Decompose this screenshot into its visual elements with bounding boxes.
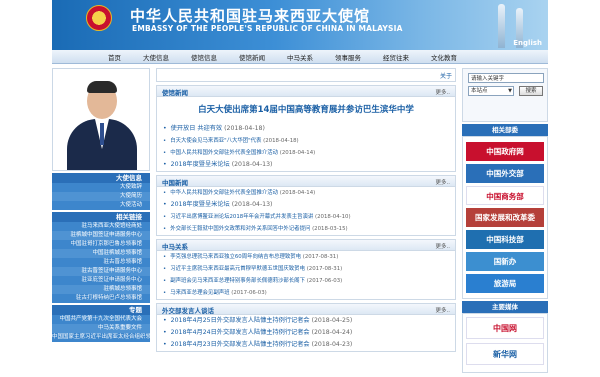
news-item[interactable]: 中华人民共和国外交部驻外代表全国推介活动 (2018-04-14) (163, 187, 449, 199)
news-item[interactable]: 2018年度暨呈米论坛 (2018-04-13) (163, 199, 449, 211)
news-item[interactable]: 副声班会见马来西亚总理特别事务部长佩德莉沙部长阁下 (2017-06-03) (163, 275, 449, 287)
nav-item-relations[interactable]: 中马关系 (287, 52, 313, 62)
sidebar-link[interactable]: 中马关系重要文件 (52, 324, 150, 333)
nav-item-embassy-news[interactable]: 使馆新闻 (239, 52, 265, 62)
news-item[interactable]: 使开放日 共迎有效 (2018-04-18) (163, 123, 449, 135)
search-button[interactable]: 搜索 (519, 86, 543, 96)
sidebar-link[interactable]: 驻古打根特纳巴卢总领事馆 (52, 294, 150, 303)
news-item[interactable]: 中国人民共和国外交部驻外代表全国推介活动 (2018-04-14) (163, 147, 449, 159)
nav-item-culture[interactable]: 文化教育 (431, 52, 457, 62)
site-title-en: EMBASSY OF THE PEOPLE'S REPUBLIC OF CHIN… (132, 24, 403, 33)
english-link[interactable]: English (513, 39, 542, 47)
site-header: 中华人民共和国驻马来西亚大使馆 EMBASSY OF THE PEOPLE'S … (52, 0, 548, 50)
news-item[interactable]: 2018年度暨呈米论坛 (2018-04-13) (163, 159, 449, 171)
news-item[interactable]: 李克强总理就马来西亚独立60周年向纳吉布总理致贺电 (2017-08-31) (163, 251, 449, 263)
right-sidebar: 本站点▼ 搜索 相关部委 中国政府网 中国外交部 中国商务部 国家发展和改革委 … (462, 68, 548, 373)
national-emblem-icon (86, 5, 112, 31)
more-link[interactable]: 更多.. (436, 242, 451, 250)
scio-link[interactable]: 国新办 (466, 252, 544, 271)
main-content: 关于 使馆新闻更多.. 白天大使出席第14届中国高等教育展并参访巴生滨华中学 使… (156, 68, 456, 352)
sidebar-link[interactable]: 大使活动 (52, 201, 150, 210)
fmprc-link[interactable]: 中国外交部 (466, 164, 544, 183)
sidebar-link[interactable]: 驻亚庇签证申请服务中心 (52, 276, 150, 285)
nav-item-consular[interactable]: 领事服务 (335, 52, 361, 62)
sidebar-link[interactable]: 中国国家主席习近平出席亚太经合组织领导人非正式会议 (52, 333, 150, 342)
more-link[interactable]: 更多.. (436, 178, 451, 186)
nav-item-trade[interactable]: 经贸往来 (383, 52, 409, 62)
site-title-cn: 中华人民共和国驻马来西亚大使馆 (130, 7, 371, 25)
sidebar-link[interactable]: 驻槟城中国签证申请服务中心 (52, 231, 150, 240)
gov-cn-link[interactable]: 中国政府网 (466, 142, 544, 161)
ambassador-photo[interactable] (52, 68, 150, 171)
sidebar-link[interactable]: 大使致辞 (52, 183, 150, 192)
ndrc-link[interactable]: 国家发展和改革委 (466, 208, 544, 227)
most-link[interactable]: 中国科技部 (466, 230, 544, 249)
sidebar-link[interactable]: 中国驻槟城总领事馆 (52, 249, 150, 258)
cnta-link[interactable]: 旅游局 (466, 274, 544, 293)
more-link[interactable]: 更多.. (436, 88, 451, 96)
sidebar-link[interactable]: 中国驻哥打京那巴鲁总领事馆 (52, 240, 150, 249)
nav-item-embassy[interactable]: 使馆信息 (191, 52, 217, 62)
section-title: 使馆新闻 (162, 89, 188, 97)
sidebar-link[interactable]: 驻马来西亚大使馆经商处 (52, 222, 150, 231)
search-input[interactable] (468, 73, 544, 83)
search-panel: 本站点▼ 搜索 (462, 68, 548, 122)
news-item[interactable]: 白天大使会见马来西亚"八大华团"代表 (2018-04-18) (163, 135, 449, 147)
china-malaysia-section: 中马关系 更多.. 李克强总理就马来西亚独立60周年向纳吉布总理致贺电 (2017… (156, 239, 456, 300)
headline-link[interactable]: 白天大使出席第14届中国高等教育展并参访巴生滨华中学 (157, 97, 455, 123)
chevron-down-icon: ▼ (508, 88, 512, 94)
news-item[interactable]: 习近平主席就马来西亚最高元首穆罕默德五世国庆致贺电 (2017-08-31) (163, 263, 449, 275)
news-item[interactable]: 2018年4月25日外交部发言人陆慷主持例行记者会 (2018-04-25) (163, 315, 449, 327)
main-nav: 首页 大使信息 使馆信息 使馆新闻 中马关系 领事服务 经贸往来 文化教育 (52, 50, 548, 64)
related-ministries-heading: 相关部委 (462, 124, 548, 136)
nav-item-home[interactable]: 首页 (108, 52, 121, 62)
china-net-link[interactable]: 中国网 (466, 317, 544, 339)
mofcom-link[interactable]: 中国商务部 (466, 186, 544, 205)
china-news-section: 中国新闻 更多.. 中华人民共和国外交部驻外代表全国推介活动 (2018-04-1… (156, 175, 456, 236)
news-item[interactable]: 外交部长王毅就中国外交政策和对外关系回答中外记者提问 (2018-03-15) (163, 223, 449, 235)
section-title: 中马关系 (162, 243, 188, 251)
related-ministries-list: 中国政府网 中国外交部 中国商务部 国家发展和改革委 中国科技部 国新办 旅游局 (462, 136, 548, 299)
section-title: 外交部发言人谈话 (162, 307, 214, 315)
section-title: 中国新闻 (162, 179, 188, 187)
major-media-list: 中国网 新华网 (462, 313, 548, 373)
sidebar-link[interactable]: 大使简历 (52, 192, 150, 201)
sidebar-link[interactable]: 驻古晋总领事馆 (52, 258, 150, 267)
news-item[interactable]: 2018年4月24日外交部发言人陆慷主持例行记者会 (2018-04-24) (163, 327, 449, 339)
sidebar-heading: 专题 (52, 305, 150, 315)
xinhua-link[interactable]: 新华网 (466, 343, 544, 365)
sidebar-link[interactable]: 中国共产党第十九次全国代表大会 (52, 315, 150, 324)
embassy-news-section: 使馆新闻 更多.. 白天大使出席第14届中国高等教育展并参访巴生滨华中学 使开放日… (156, 85, 456, 172)
sidebar-heading: 相关链接 (52, 212, 150, 222)
nav-item-ambassador[interactable]: 大使信息 (143, 52, 169, 62)
news-item[interactable]: 2018年4月23日外交部发言人陆慷主持例行记者会 (2018-04-23) (163, 339, 449, 351)
sidebar-link[interactable]: 驻古晋签证申请服务中心 (52, 267, 150, 276)
sidebar-heading: 大使信息 (52, 173, 150, 183)
more-link[interactable]: 更多.. (436, 306, 451, 314)
news-ticker: 关于 (156, 68, 456, 82)
left-sidebar: 大使信息 大使致辞 大使简历 大使活动 相关链接 驻马来西亚大使馆经商处 驻槟城… (52, 68, 150, 342)
news-item[interactable]: 习近平出席博鳌亚洲论坛2018年年会开幕式并发表主旨演讲 (2018-04-10… (163, 211, 449, 223)
ticker-text[interactable]: 关于 (440, 71, 452, 80)
page: 中华人民共和国驻马来西亚大使馆 EMBASSY OF THE PEOPLE'S … (0, 0, 600, 377)
search-scope-select[interactable]: 本站点 ▼ (468, 86, 514, 96)
sidebar-link[interactable]: 驻槟城总领事馆 (52, 285, 150, 294)
spokesperson-section: 外交部发言人谈话 更多.. 2018年4月25日外交部发言人陆慷主持例行记者会 (… (156, 303, 456, 352)
news-item[interactable]: 马来西亚总理会见副声班 (2017-06-03) (163, 287, 449, 299)
major-media-heading: 主要媒体 (462, 301, 548, 313)
